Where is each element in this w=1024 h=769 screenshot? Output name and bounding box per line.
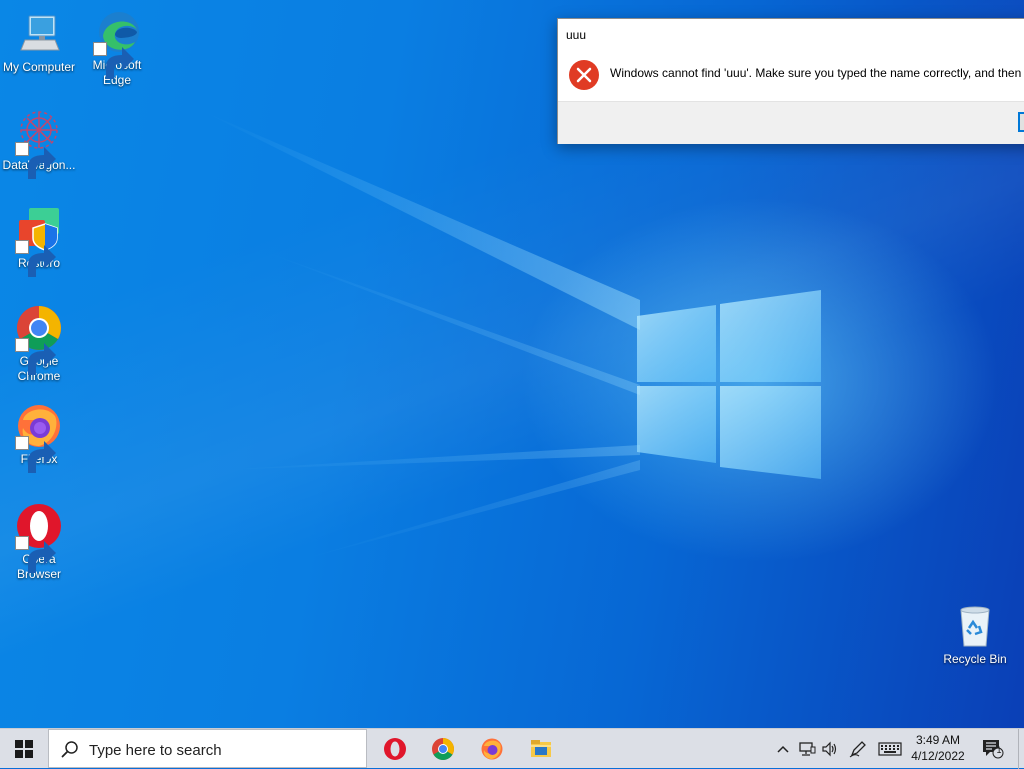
desktop-icon-google-chrome[interactable]: Google Chrome [0,304,78,384]
search-icon [61,741,78,758]
firefox-icon [15,402,63,473]
desktop-icon-my-computer[interactable]: My Computer [0,10,78,75]
restoro-icon [15,206,63,277]
recycle-bin-icon [951,602,999,650]
chrome-icon [432,738,454,760]
desktop-icon-recycle-bin[interactable]: Recycle Bin [936,602,1014,667]
edge-icon [93,8,141,79]
shortcut-arrow-icon [15,536,56,573]
taskbar-app-opera[interactable] [371,729,419,769]
search-input[interactable] [87,739,351,761]
show-hidden-icons-button[interactable] [775,739,791,759]
error-dialog: uuu Windows cannot find 'uuu'. Make sure… [557,18,1024,144]
chrome-icon [15,304,63,375]
shortcut-arrow-icon [15,142,56,179]
desktop: My Computer Microsoft Edge DataWagon... … [0,0,1024,728]
chevron-up-icon [777,745,789,753]
start-button[interactable] [0,729,48,769]
computer-icon [15,10,63,58]
pen-workspace-button[interactable] [848,739,868,759]
shortcut-arrow-icon [15,338,56,375]
show-desktop-button[interactable] [1018,729,1024,769]
dialog-message: Windows cannot find 'uuu'. Make sure you… [610,66,1022,80]
desktop-icon-datawagon[interactable]: DataWagon... [0,108,78,179]
action-center-button[interactable]: 1 [981,739,1005,759]
windows-logo-icon [15,740,33,758]
ok-button[interactable] [1018,112,1024,132]
shortcut-arrow-icon [15,240,56,277]
desktop-icon-microsoft-edge[interactable]: Microsoft Edge [78,8,156,88]
taskbar-app-file-explorer[interactable] [517,729,565,769]
taskbar-app-chrome[interactable] [419,729,467,769]
firefox-icon [481,738,503,760]
taskbar-search[interactable] [48,729,367,768]
keyboard-icon [878,742,902,756]
clock-date: 4/12/2022 [911,749,965,763]
datawagon-icon [15,108,63,179]
clock[interactable]: 3:49 AM 4/12/2022 [906,732,970,764]
dialog-footer [558,101,1024,144]
desktop-icon-label: Recycle Bin [943,652,1007,666]
volume-button[interactable] [820,739,840,759]
taskbar-app-firefox[interactable] [468,729,516,769]
shortcut-arrow-icon [93,42,134,79]
network-button[interactable] [797,739,817,759]
pen-icon [849,741,866,758]
desktop-icon-opera-browser[interactable]: Opera Browser [0,502,78,582]
speaker-icon [822,741,837,757]
network-icon [799,742,816,756]
desktop-icon-restoro[interactable]: Restoro [0,206,78,277]
dialog-title: uuu [566,28,587,42]
taskbar: 3:49 AM 4/12/2022 1 [0,728,1024,769]
file-explorer-icon [531,740,551,757]
desktop-icon-firefox[interactable]: Firefox [0,402,78,473]
opera-icon [15,502,63,573]
desktop-icon-label: My Computer [2,60,76,74]
shortcut-arrow-icon [15,436,56,473]
error-icon [568,59,600,91]
opera-icon [384,738,406,760]
clock-time: 3:49 AM [915,733,961,747]
touch-keyboard-button[interactable] [876,739,904,759]
notification-count: 1 [996,745,1002,755]
